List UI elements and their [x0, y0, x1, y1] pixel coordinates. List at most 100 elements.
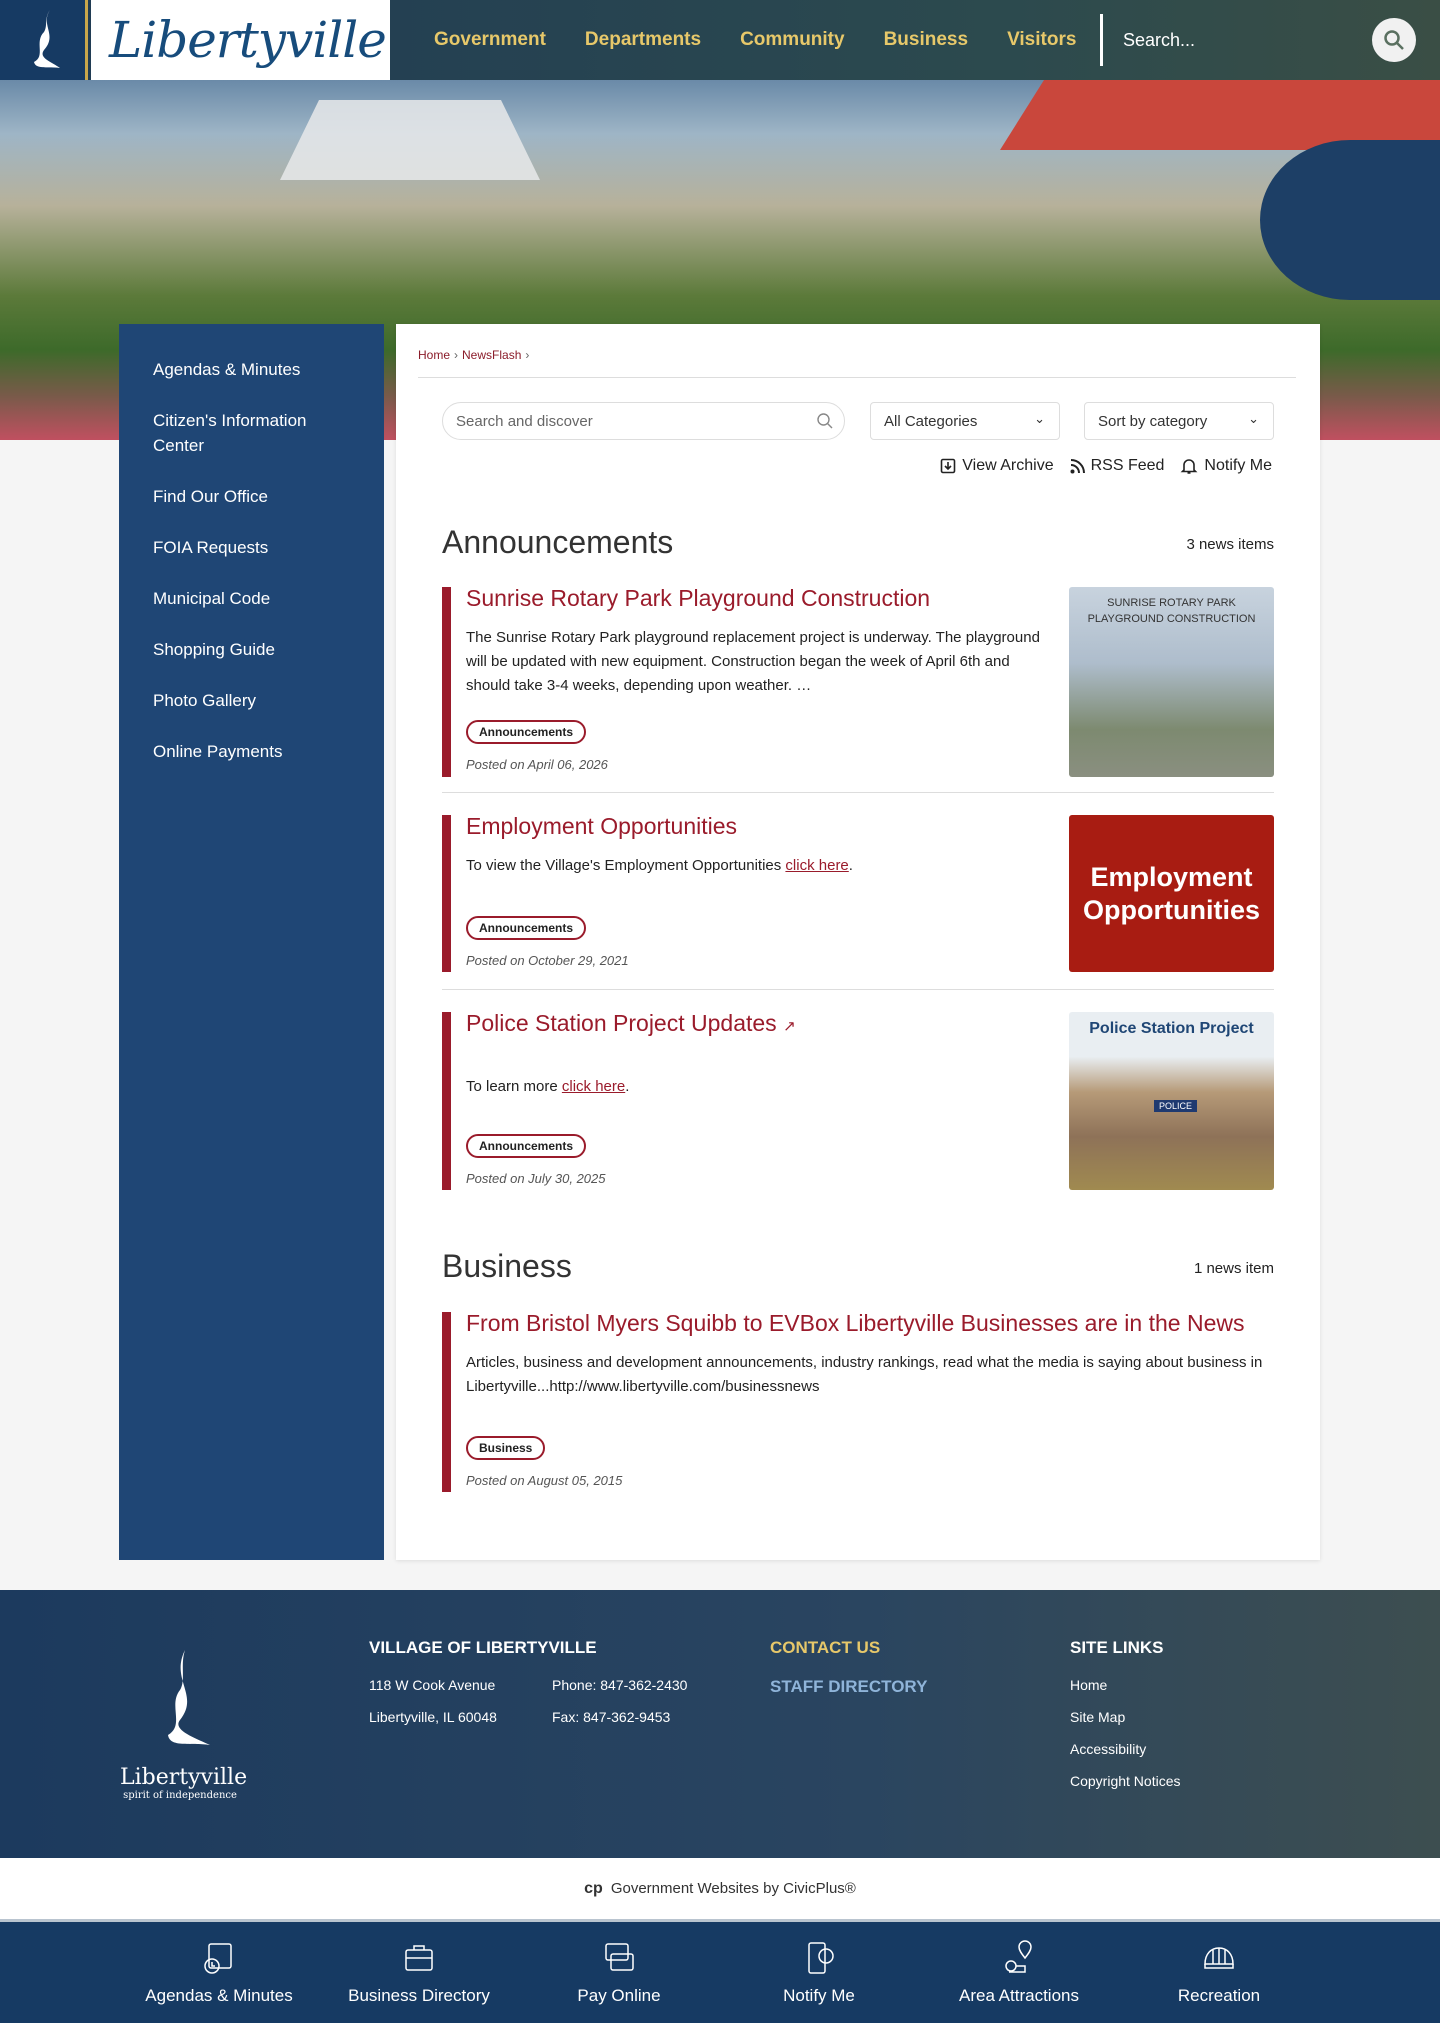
news-item: Sunrise Rotary Park Playground Construct…: [442, 585, 1274, 777]
sidebar-item-foia[interactable]: FOIA Requests: [119, 522, 384, 573]
news-title-link[interactable]: From Bristol Myers Squibb to EVBox Liber…: [466, 1310, 1274, 1337]
quick-link-area-attractions[interactable]: Area Attractions: [919, 1922, 1119, 2023]
breadcrumb-home[interactable]: Home: [418, 348, 450, 362]
map-pin-icon: [1005, 1940, 1032, 1973]
posted-date: Posted on August 05, 2015: [466, 1473, 623, 1488]
phone-chat-icon: [808, 1942, 834, 1974]
archive-icon: [940, 458, 956, 474]
stadium-icon: [1204, 1947, 1234, 1969]
divider: [442, 792, 1274, 793]
posted-date: Posted on October 29, 2021: [466, 953, 629, 968]
news-tools: View Archive RSS Feed Notify Me: [940, 457, 1272, 475]
footer-link-copyright[interactable]: Copyright Notices: [1070, 1773, 1181, 1789]
rss-feed-link[interactable]: RSS Feed: [1070, 457, 1164, 475]
news-count: 3 news items: [1186, 536, 1274, 553]
sidebar-item-online-payments[interactable]: Online Payments: [119, 726, 384, 777]
quick-link-recreation[interactable]: Recreation: [1119, 1922, 1319, 2023]
civicplus-logo-icon: cp: [584, 1879, 603, 1897]
footer-heading: SITE LINKS: [1070, 1638, 1164, 1657]
rss-icon: [1070, 458, 1085, 473]
main-content: Home › NewsFlash › Search and discover All …: [396, 324, 1320, 1560]
staff-directory-link[interactable]: STAFF DIRECTORY: [770, 1677, 927, 1697]
civicplus-credit[interactable]: cp Government Websites by CivicPlus®: [0, 1858, 1440, 1922]
chevron-down-icon: ⌄: [1034, 411, 1045, 426]
footer-logo[interactable]: Libertyville spirit of independence: [120, 1650, 247, 1801]
news-count: 1 news item: [1193, 1260, 1274, 1277]
quick-link-pay-online[interactable]: Pay Online: [519, 1922, 719, 2023]
sidebar-item-shopping[interactable]: Shopping Guide: [119, 624, 384, 675]
news-thumbnail[interactable]: SUNRISE ROTARY PARK PLAYGROUND CONSTRUCT…: [1069, 587, 1274, 777]
flag-logo-icon: [168, 1650, 210, 1745]
notify-me-link[interactable]: Notify Me: [1180, 457, 1272, 475]
sidebar-item-photo-gallery[interactable]: Photo Gallery: [119, 675, 384, 726]
quick-link-business-directory[interactable]: Business Directory: [319, 1922, 519, 2023]
category-tag[interactable]: Business: [466, 1436, 546, 1460]
site-header: Libertyville Government Departments Comm…: [0, 0, 1440, 80]
nav-departments[interactable]: Departments: [585, 29, 701, 51]
sidebar-nav: Agendas & Minutes Citizen's Information …: [119, 324, 384, 1560]
news-item: Police Station Project Updates ↗ To lear…: [442, 1010, 1274, 1190]
bell-icon: [1180, 459, 1198, 474]
payment-card-icon: [605, 1943, 634, 1971]
search-icon: [1384, 30, 1404, 50]
site-footer: Libertyville spirit of independence VILL…: [0, 1590, 1440, 1858]
news-summary: To learn more click here.: [466, 1078, 630, 1095]
announcements-section: Announcements 3 news items Sunrise Rotar…: [442, 524, 1274, 1190]
logo-flag-icon[interactable]: [0, 0, 88, 80]
quick-link-notify-me[interactable]: Notify Me: [719, 1922, 919, 2023]
quick-links-bar: Agendas & Minutes Business Directory Pay…: [0, 1922, 1440, 2023]
view-archive-link[interactable]: View Archive: [940, 457, 1054, 475]
sidebar-item-agendas[interactable]: Agendas & Minutes: [119, 344, 384, 395]
news-item: Employment Opportunities To view the Vil…: [442, 813, 1274, 972]
nav-community[interactable]: Community: [740, 29, 845, 51]
fax: Fax: 847-362-9453: [552, 1709, 671, 1725]
news-thumbnail[interactable]: Police Station Project POLICE: [1069, 1012, 1274, 1190]
category-select[interactable]: All Categories ⌄: [870, 402, 1060, 440]
breadcrumb-newsflash[interactable]: NewsFlash: [462, 348, 521, 362]
category-tag[interactable]: Announcements: [466, 720, 587, 744]
divider: [442, 989, 1274, 990]
footer-link-accessibility[interactable]: Accessibility: [1070, 1741, 1146, 1757]
posted-date: Posted on July 30, 2025: [466, 1171, 606, 1186]
click-here-link[interactable]: click here: [562, 1078, 625, 1095]
posted-date: Posted on April 06, 2026: [466, 757, 608, 772]
sidebar-item-find-office[interactable]: Find Our Office: [119, 471, 384, 522]
address-line: 118 W Cook Avenue: [369, 1677, 496, 1693]
header-search-input[interactable]: Search...: [1100, 14, 1380, 66]
chevron-down-icon: ⌄: [1248, 411, 1259, 426]
phone: Phone: 847-362-2430: [552, 1677, 688, 1693]
sidebar-item-municipal-code[interactable]: Municipal Code: [119, 573, 384, 624]
news-search-input[interactable]: Search and discover: [442, 402, 845, 440]
divider: [418, 377, 1296, 378]
contact-us-link[interactable]: CONTACT US: [770, 1638, 880, 1658]
section-title: Announcements: [442, 524, 674, 560]
business-section: Business 1 news item From Bristol Myers …: [442, 1248, 1274, 1492]
news-summary: Articles, business and development annou…: [466, 1354, 1263, 1395]
footer-link-home[interactable]: Home: [1070, 1677, 1107, 1693]
footer-link-sitemap[interactable]: Site Map: [1070, 1709, 1125, 1725]
nav-business[interactable]: Business: [884, 29, 968, 51]
click-here-link[interactable]: click here: [785, 857, 848, 874]
quick-link-agendas[interactable]: Agendas & Minutes: [119, 1922, 319, 2023]
category-tag[interactable]: Announcements: [466, 916, 587, 940]
site-logo[interactable]: Libertyville: [91, 0, 390, 80]
sidebar-item-citizens-info[interactable]: Citizen's Information Center: [119, 395, 384, 471]
news-summary: The Sunrise Rotary Park playground repla…: [466, 629, 1040, 694]
news-summary: To view the Village's Employment Opportu…: [466, 857, 853, 874]
news-thumbnail[interactable]: Employment Opportunities: [1069, 815, 1274, 972]
search-icon: [817, 413, 833, 429]
breadcrumb: Home › NewsFlash ›: [418, 348, 530, 362]
section-title: Business: [442, 1248, 572, 1284]
address-line: Libertyville, IL 60048: [369, 1709, 497, 1725]
calendar-clock-icon: [204, 1943, 232, 1974]
nav-visitors[interactable]: Visitors: [1007, 29, 1076, 51]
briefcase-icon: [405, 1945, 433, 1971]
header-search-button[interactable]: [1372, 18, 1416, 62]
news-item: From Bristol Myers Squibb to EVBox Liber…: [442, 1310, 1274, 1492]
nav-government[interactable]: Government: [434, 29, 546, 51]
external-link-icon: ↗: [783, 1018, 796, 1035]
category-tag[interactable]: Announcements: [466, 1134, 587, 1158]
footer-heading: VILLAGE OF LIBERTYVILLE: [369, 1638, 597, 1657]
main-nav: Government Departments Community Busines…: [434, 0, 1076, 80]
sort-select[interactable]: Sort by category ⌄: [1084, 402, 1274, 440]
